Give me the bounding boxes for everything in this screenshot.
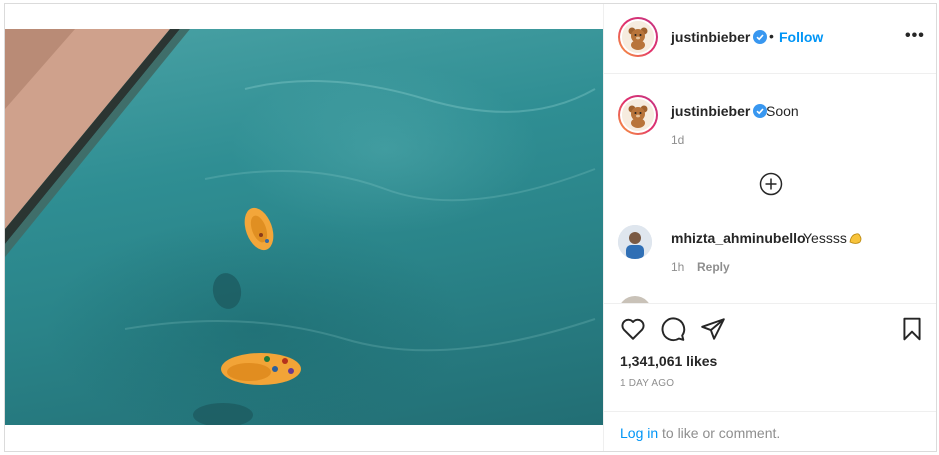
post-header: justinbieber • Follow ••• xyxy=(604,4,936,74)
author-avatar[interactable] xyxy=(618,17,658,57)
commenter-photo xyxy=(618,225,652,259)
share-icon[interactable] xyxy=(700,316,726,342)
separator-dot: • xyxy=(769,28,774,44)
follow-button[interactable]: Follow xyxy=(779,29,823,45)
reply-button[interactable]: Reply xyxy=(697,260,730,274)
caption-timestamp[interactable]: 1d xyxy=(671,133,684,147)
likes-count[interactable]: 1,341,061 likes xyxy=(620,353,717,369)
post-sidebar: justinbieber • Follow ••• justinbieber S… xyxy=(603,4,936,451)
post-timestamp[interactable]: 1 DAY AGO xyxy=(620,378,674,389)
login-prompt-text: to like or comment. xyxy=(662,425,781,441)
more-options-button[interactable]: ••• xyxy=(905,27,925,45)
caption-username[interactable]: justinbieber xyxy=(671,103,768,119)
post-photo[interactable] xyxy=(5,29,603,425)
comment-icon[interactable] xyxy=(660,316,686,342)
caption-text: Soon xyxy=(766,103,799,119)
heart-icon[interactable] xyxy=(620,316,646,342)
teddy-bear-avatar-icon xyxy=(622,99,654,131)
flexed-biceps-icon xyxy=(849,233,862,244)
comment-text: Yessss xyxy=(803,230,864,246)
commenter-avatar[interactable] xyxy=(618,296,652,303)
verified-badge-icon xyxy=(753,30,768,44)
teddy-bear-avatar-icon xyxy=(622,21,654,53)
commenter-avatar[interactable] xyxy=(618,225,652,259)
post-actions: 1,341,061 likes 1 DAY AGO xyxy=(604,303,936,411)
author-username[interactable]: justinbieber xyxy=(671,29,768,45)
plus-circle-icon[interactable] xyxy=(759,172,783,196)
comment-timestamp[interactable]: 1h xyxy=(671,260,684,274)
pool-scene-illustration xyxy=(5,29,596,425)
comments-list[interactable]: justinbieber Soon 1d mhizta_ahminubello xyxy=(604,75,936,303)
login-prompt: Log in to like or comment. xyxy=(604,411,936,451)
caption-author-avatar[interactable] xyxy=(618,95,658,135)
login-link[interactable]: Log in xyxy=(620,425,658,441)
bookmark-icon[interactable] xyxy=(899,316,925,342)
comment-username[interactable]: mhizta_ahminubello xyxy=(671,230,806,246)
instagram-post: justinbieber • Follow ••• justinbieber S… xyxy=(4,3,937,452)
